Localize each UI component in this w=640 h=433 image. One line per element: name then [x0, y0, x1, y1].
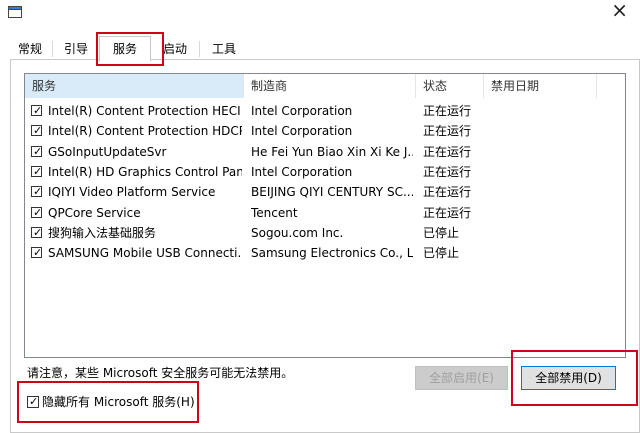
- manufacturer: Intel Corporation: [251, 124, 353, 139]
- notice-text: 请注意，某些 Microsoft 安全服务可能无法禁用。: [27, 366, 294, 380]
- tab-general[interactable]: 常规: [10, 38, 50, 60]
- service-status: 正在运行: [423, 185, 472, 200]
- service-status: 已停止: [423, 225, 460, 240]
- service-name: Intel(R) Content Protection HDCP...: [48, 124, 242, 139]
- disable-date: [491, 162, 591, 182]
- table-row[interactable]: ✓ Intel(R) Content Protection HDCP... Inte…: [25, 121, 625, 141]
- table-row[interactable]: ✓ Intel(R) Content Protection HECI ... Int…: [25, 101, 625, 121]
- column-header-disable-date[interactable]: 禁用日期: [484, 74, 597, 98]
- close-icon[interactable]: ×: [611, 0, 628, 20]
- tab-tools[interactable]: 工具: [203, 38, 245, 60]
- service-status: 正在运行: [423, 144, 472, 159]
- table-row[interactable]: ✓ SAMSUNG Mobile USB Connecti... Samsung E…: [25, 243, 625, 263]
- tab-divider: [52, 41, 53, 57]
- table-row[interactable]: ✓ 搜狗输入法基础服务 Sogou.com Inc. 已停止: [25, 223, 625, 243]
- manufacturer: BEIJING QIYI CENTURY SC...: [251, 185, 413, 200]
- column-header-manufacturer[interactable]: 制造商: [244, 74, 416, 98]
- manufacturer: Intel Corporation: [251, 164, 353, 179]
- service-name: IQIYI Video Platform Service: [48, 185, 216, 200]
- manufacturer: Tencent: [251, 205, 298, 220]
- tab-divider: [199, 41, 200, 57]
- row-checkbox[interactable]: ✓: [31, 226, 42, 239]
- tab-services[interactable]: 服务: [99, 36, 151, 62]
- service-name: QPCore Service: [48, 205, 141, 220]
- row-checkbox[interactable]: ✓: [31, 145, 42, 158]
- tab-boot[interactable]: 引导: [55, 38, 97, 60]
- manufacturer: Intel Corporation: [251, 104, 353, 118]
- column-header-service[interactable]: 服务: [25, 74, 244, 98]
- service-name: 搜狗输入法基础服务: [48, 225, 157, 240]
- row-checkbox[interactable]: ✓: [31, 246, 42, 259]
- service-name: GSoInputUpdateSvr: [48, 144, 167, 159]
- disable-date: [491, 182, 591, 202]
- table-row[interactable]: ✓ Intel(R) HD Graphics Control Pan... Inte…: [25, 162, 625, 182]
- service-status: 正在运行: [423, 205, 472, 220]
- disable-date: [491, 101, 591, 121]
- tab-startup[interactable]: 启动: [152, 38, 198, 60]
- manufacturer: Sogou.com Inc.: [251, 225, 344, 240]
- services-list[interactable]: 服务 制造商 状态 禁用日期 ✓ Intel(R) Content Protect…: [24, 73, 626, 358]
- column-header-status[interactable]: 状态: [416, 74, 484, 98]
- hide-microsoft-services-checkbox[interactable]: ✓: [27, 395, 39, 408]
- row-checkbox[interactable]: ✓: [31, 206, 42, 219]
- service-name: Intel(R) Content Protection HECI ...: [48, 104, 242, 118]
- service-name: SAMSUNG Mobile USB Connecti...: [48, 246, 242, 261]
- disable-date: [491, 223, 591, 243]
- row-checkbox[interactable]: ✓: [31, 185, 42, 198]
- service-status: 已停止: [423, 246, 460, 261]
- disable-date: [491, 121, 591, 141]
- disable-date: [491, 203, 591, 223]
- hide-microsoft-services-label: 隐藏所有 Microsoft 服务(H): [42, 395, 195, 409]
- table-row[interactable]: ✓ QPCore Service Tencent 正在运行: [25, 203, 625, 223]
- manufacturer: He Fei Yun Biao Xin Xi Ke J...: [251, 144, 413, 159]
- list-header: 服务 制造商 状态 禁用日期: [25, 74, 625, 98]
- row-checkbox[interactable]: ✓: [31, 124, 42, 137]
- service-status: 正在运行: [423, 104, 472, 118]
- manufacturer: Samsung Electronics Co., L...: [251, 246, 413, 261]
- enable-all-button[interactable]: 全部启用(E): [415, 366, 508, 390]
- table-row[interactable]: ✓ IQIYI Video Platform Service BEIJING QIY…: [25, 182, 625, 202]
- window-icon: [8, 6, 22, 18]
- table-row[interactable]: ✓ GSoInputUpdateSvr He Fei Yun Biao Xin Xi…: [25, 142, 625, 162]
- service-name: Intel(R) HD Graphics Control Pan...: [48, 164, 242, 179]
- service-status: 正在运行: [423, 124, 472, 139]
- disable-all-button[interactable]: 全部禁用(D): [521, 366, 616, 390]
- row-checkbox[interactable]: ✓: [31, 104, 42, 117]
- disable-date: [491, 142, 591, 162]
- disable-date: [491, 243, 591, 263]
- row-checkbox[interactable]: ✓: [31, 165, 42, 178]
- service-status: 正在运行: [423, 164, 472, 179]
